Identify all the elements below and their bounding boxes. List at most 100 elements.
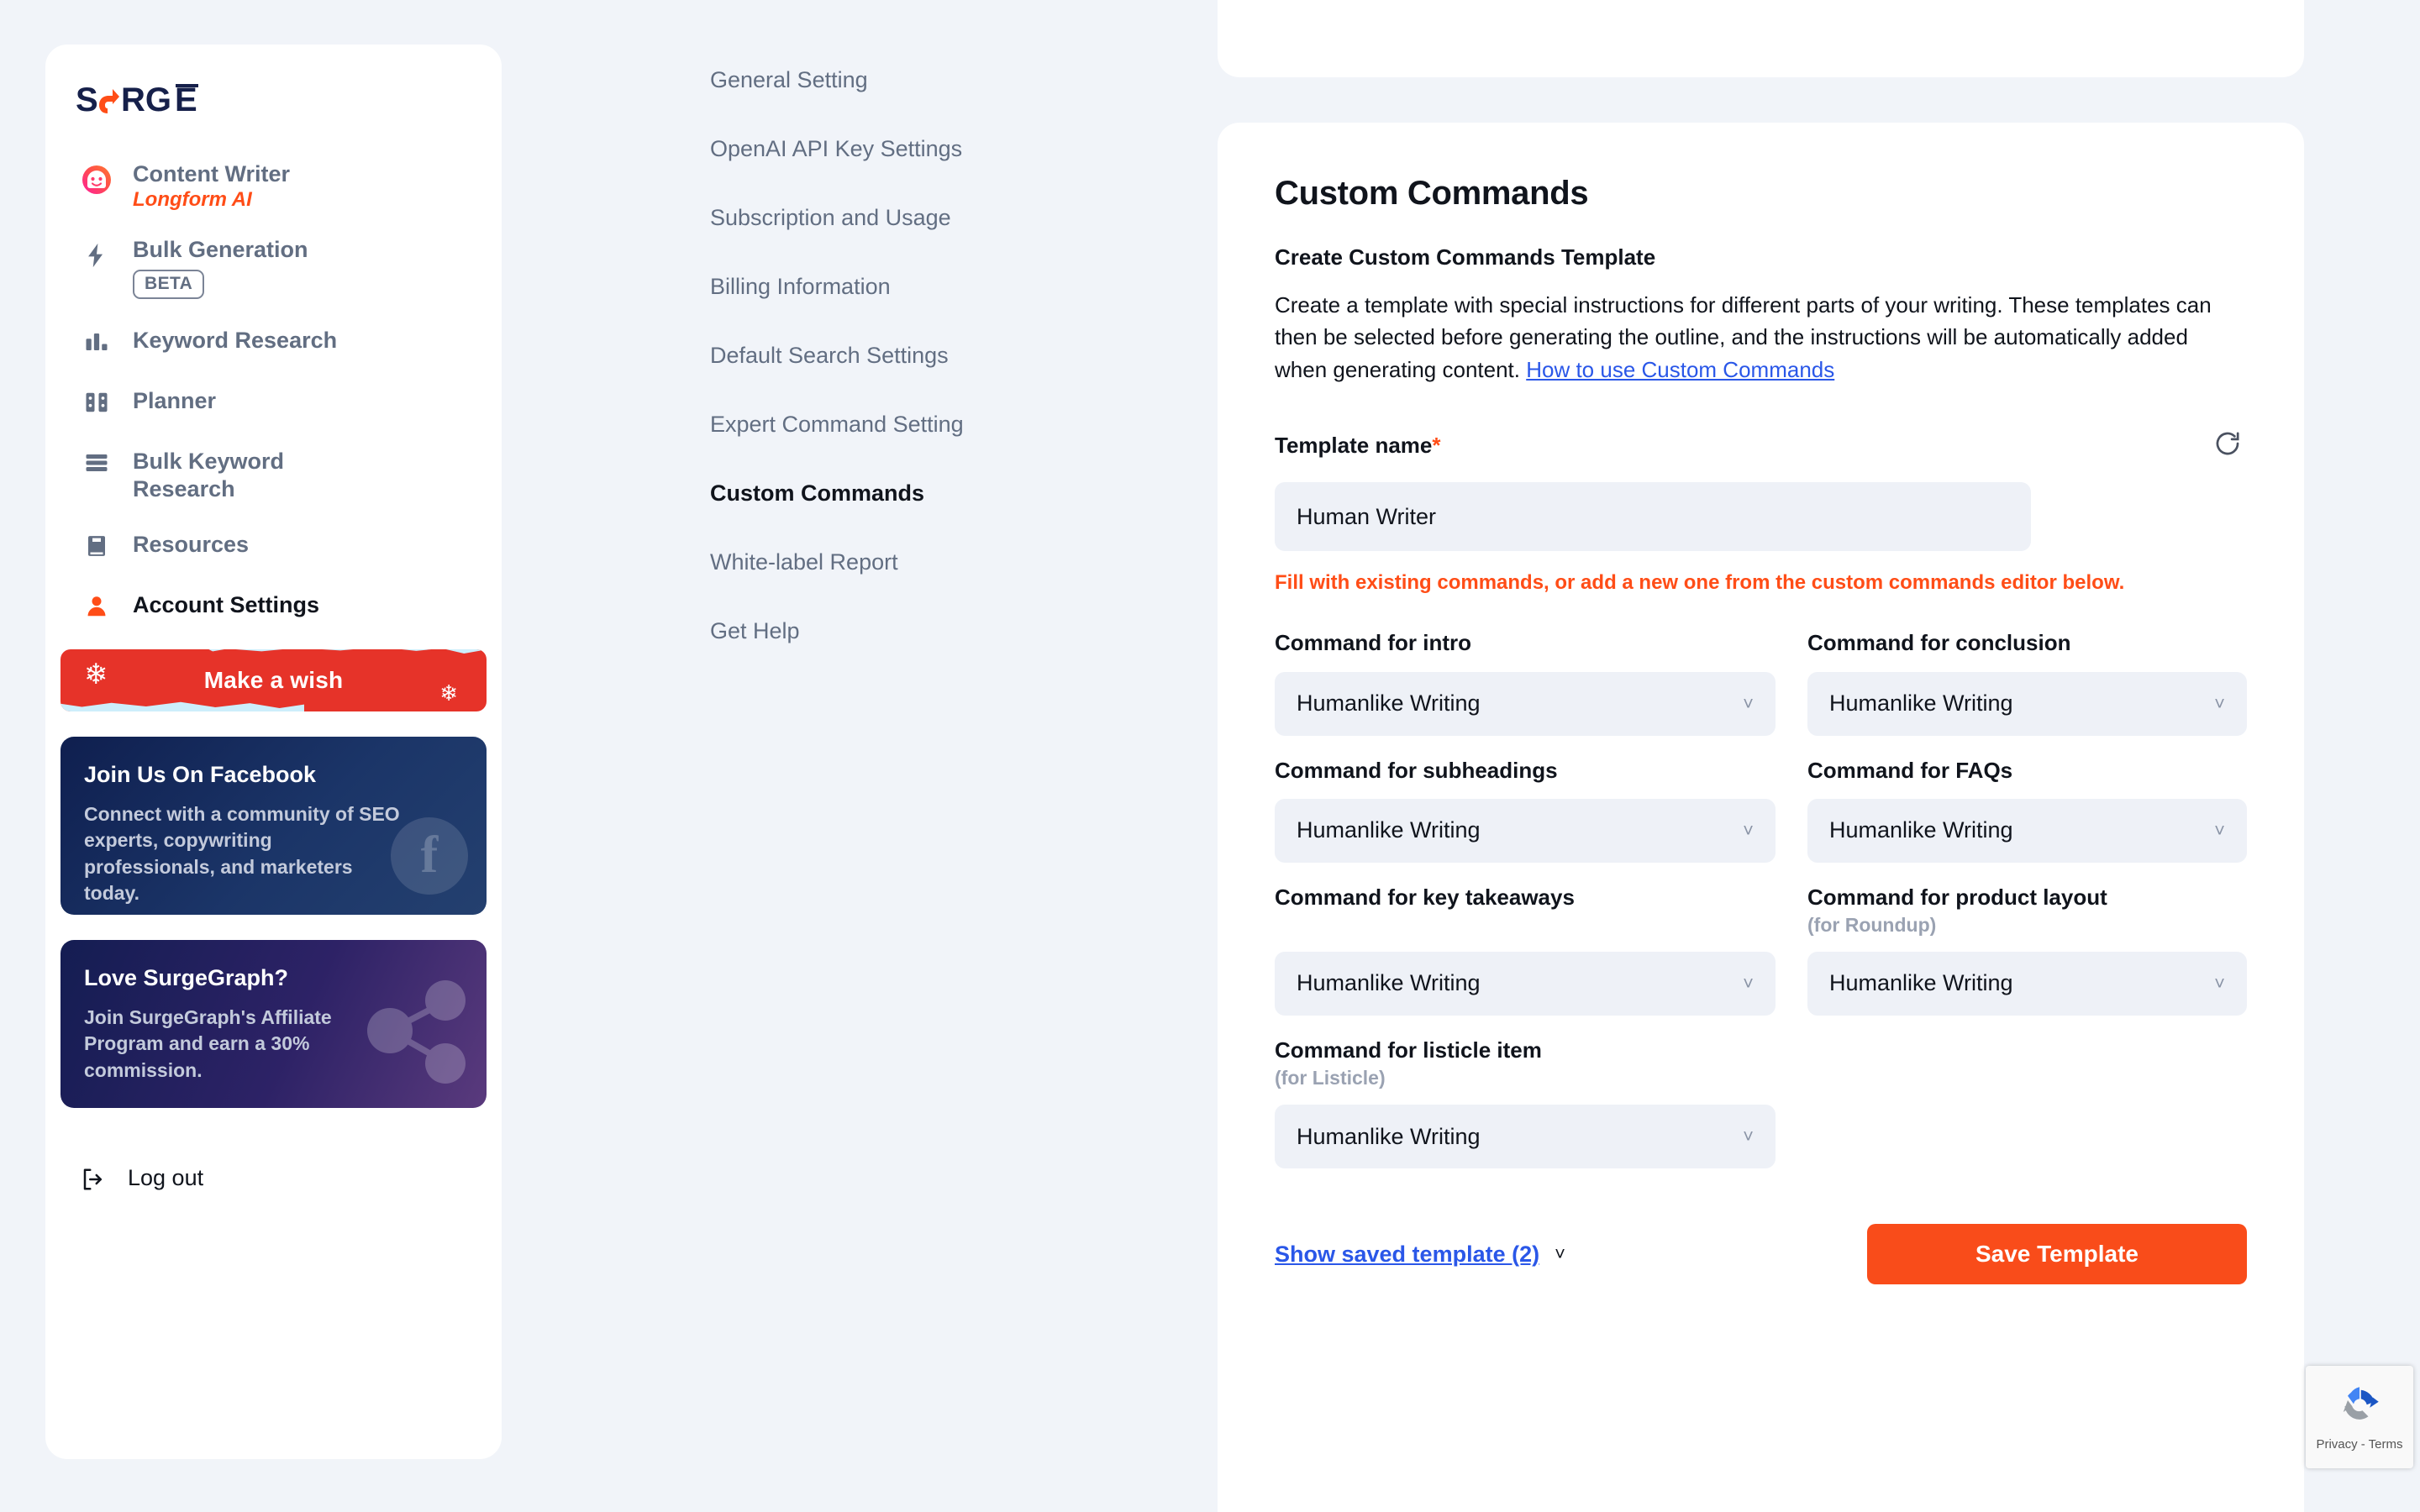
field-label: Command for listicle item (1275, 1037, 1542, 1063)
chevron-down-icon: ˅ (2214, 972, 2225, 994)
sidebar-item-label: Planner (133, 387, 217, 413)
how-to-use-link[interactable]: How to use Custom Commands (1526, 357, 1834, 382)
chevron-down-icon: ˅ (1743, 819, 1754, 841)
settings-item-white-label-report[interactable]: White-label Report (710, 549, 1113, 575)
select-value: Humanlike Writing (1829, 817, 2013, 843)
select-value: Humanlike Writing (1297, 817, 1481, 843)
field-command-for-key-takeaways: Command for key takeaways Humanlike Writ… (1275, 885, 1776, 1016)
settings-item-expert-command-setting[interactable]: Expert Command Setting (710, 412, 1113, 438)
settings-item-get-help[interactable]: Get Help (710, 618, 1113, 644)
select-command-for-conclusion[interactable]: Humanlike Writing ˅ (1807, 671, 2247, 736)
sidebar-item-account-settings[interactable]: Account Settings (60, 575, 487, 636)
select-command-for-listicle-item[interactable]: Humanlike Writing ˅ (1275, 1105, 1776, 1169)
logout-button[interactable]: Log out (60, 1152, 487, 1205)
select-value: Humanlike Writing (1297, 970, 1481, 996)
field-note (1275, 914, 1776, 937)
settings-item-subscription-and-usage[interactable]: Subscription and Usage (710, 205, 1113, 231)
make-a-wish-label: Make a wish (203, 666, 344, 693)
settings-item-billing-information[interactable]: Billing Information (710, 274, 1113, 300)
promo-card-facebook[interactable]: Join Us On Facebook Connect with a commu… (60, 736, 487, 915)
show-saved-template-label: Show saved template (2) (1275, 1241, 1540, 1267)
select-command-for-product-layout[interactable]: Humanlike Writing ˅ (1807, 951, 2247, 1016)
panel-footer: Show saved template (2) ˅ Save Template (1275, 1224, 2247, 1285)
sidebar-item-bulk-keyword-research[interactable]: Bulk Keyword Research (60, 432, 487, 515)
logout-label: Log out (128, 1165, 204, 1191)
sidebar-item-label: Content Writer (133, 161, 290, 186)
top-card (1218, 0, 2304, 77)
sidebar-item-planner[interactable]: Planner (60, 371, 487, 432)
field-label: Command for key takeaways (1275, 884, 1575, 910)
field-command-for-faqs: Command for FAQs Humanlike Writing ˅ (1807, 758, 2247, 863)
person-icon (79, 589, 114, 624)
template-name-label: Template name* (1275, 433, 1440, 459)
settings-menu: General Setting OpenAI API Key Settings … (710, 67, 1113, 687)
sidebar: S RG E Content Writer Longform AI Bulk G… (45, 45, 502, 1459)
app-root: S RG E Content Writer Longform AI Bulk G… (0, 0, 2420, 1512)
commands-grid: Command for intro Humanlike Writing ˅ Co… (1275, 608, 2247, 1169)
required-asterisk: * (1432, 433, 1441, 459)
logout-icon (79, 1162, 108, 1197)
planner-icon (79, 385, 114, 420)
select-value: Humanlike Writing (1829, 690, 2013, 717)
snow-decoration-bottom (60, 701, 305, 711)
field-note: (for Listicle) (1275, 1067, 1386, 1089)
save-template-button[interactable]: Save Template (1867, 1224, 2247, 1285)
field-label: Command for intro (1275, 630, 1471, 656)
snowflake-icon-secondary: ❄ (439, 680, 458, 706)
show-saved-template-toggle[interactable]: Show saved template (2) ˅ (1275, 1242, 1565, 1268)
settings-item-openai-api-key-settings[interactable]: OpenAI API Key Settings (710, 136, 1113, 162)
face-avatar-icon (79, 162, 114, 197)
recaptcha-badge[interactable]: Privacy - Terms (2306, 1366, 2413, 1468)
select-value: Humanlike Writing (1297, 1123, 1481, 1149)
settings-item-custom-commands[interactable]: Custom Commands (710, 480, 1113, 507)
sidebar-item-label: Keyword Research (133, 327, 338, 353)
field-command-for-listicle-item: Command for listicle item (for Listicle)… (1275, 1037, 1776, 1169)
book-icon (79, 528, 114, 564)
chevron-down-icon: ˅ (1743, 972, 1754, 994)
template-name-header: Template name* (1275, 424, 2247, 467)
svg-text:RG: RG (121, 83, 171, 118)
field-label: Command for conclusion (1807, 630, 2071, 656)
sidebar-nav: Content Writer Longform AI Bulk Generati… (45, 149, 502, 636)
sidebar-item-content-writer[interactable]: Content Writer Longform AI (60, 149, 487, 224)
refresh-icon[interactable] (2208, 424, 2247, 467)
sidebar-item-bulk-generation[interactable]: Bulk Generation BETA (60, 224, 487, 311)
select-command-for-intro[interactable]: Humanlike Writing ˅ (1275, 671, 1776, 736)
sidebar-item-keyword-research[interactable]: Keyword Research (60, 311, 487, 371)
select-command-for-faqs[interactable]: Humanlike Writing ˅ (1807, 798, 2247, 863)
sidebar-item-label: Bulk Generation (133, 236, 308, 262)
sidebar-item-sublabel: Longform AI (133, 187, 252, 211)
select-command-for-subheadings[interactable]: Humanlike Writing ˅ (1275, 798, 1776, 863)
beta-badge: BETA (133, 269, 205, 299)
snow-decoration-top (205, 648, 487, 654)
field-note: (for Roundup) (1807, 913, 1937, 936)
promo-card-affiliate[interactable]: Love SurgeGraph? Join SurgeGraph's Affil… (60, 939, 487, 1108)
select-command-for-key-takeaways[interactable]: Humanlike Writing ˅ (1275, 951, 1776, 1016)
make-a-wish-button[interactable]: ❄ ❄ Make a wish (60, 648, 487, 711)
select-value: Humanlike Writing (1297, 690, 1481, 717)
grid-spacer (1807, 1016, 2247, 1168)
section-title: Create Custom Commands Template (1275, 244, 1656, 270)
select-value: Humanlike Writing (1829, 970, 2013, 996)
sidebar-item-label: Account Settings (133, 591, 320, 617)
settings-item-default-search-settings[interactable]: Default Search Settings (710, 343, 1113, 369)
lightning-icon (79, 238, 114, 273)
stacked-rows-icon (79, 445, 114, 480)
field-command-for-product-layout: Command for product layout (for Roundup)… (1807, 885, 2247, 1016)
field-label: Command for FAQs (1807, 757, 2013, 783)
snowflake-icon: ❄ (84, 658, 108, 690)
svg-text:E: E (175, 83, 197, 118)
field-label: Command for product layout (1807, 884, 2107, 910)
sidebar-item-resources[interactable]: Resources (60, 515, 487, 575)
sidebar-item-text: Content Writer Longform AI (133, 160, 290, 213)
field-command-for-intro: Command for intro Humanlike Writing ˅ (1275, 630, 1776, 736)
chevron-down-icon: ˅ (1743, 692, 1754, 714)
chevron-down-icon: ˅ (2214, 819, 2225, 841)
recaptcha-privacy-terms[interactable]: Privacy - Terms (2316, 1437, 2402, 1452)
brand-logo[interactable]: S RG E (45, 45, 502, 118)
chevron-down-icon: ˅ (2214, 692, 2225, 714)
field-label: Command for subheadings (1275, 757, 1558, 783)
bar-chart-icon (79, 324, 114, 360)
settings-item-general-setting[interactable]: General Setting (710, 67, 1113, 93)
template-name-input[interactable] (1275, 482, 2031, 552)
